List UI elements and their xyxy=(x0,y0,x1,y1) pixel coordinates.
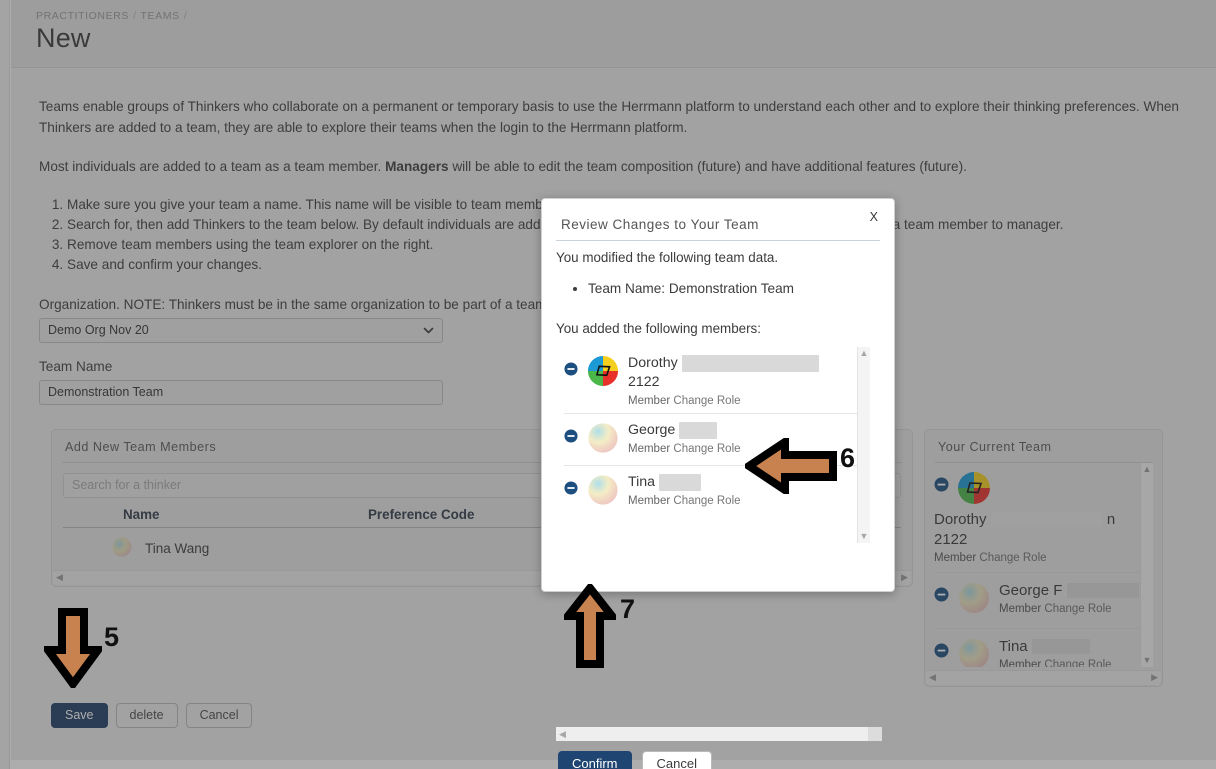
modal-member-first: Dorothy xyxy=(628,355,678,371)
modal-members-heading: You added the following members: xyxy=(556,321,761,336)
close-icon[interactable]: X xyxy=(870,211,878,224)
redacted-name-block xyxy=(679,421,718,439)
list-item[interactable]: Dorothy 2122 Member Change Role xyxy=(564,347,857,413)
review-changes-modal: Review Changes to Your Team X You modifi… xyxy=(541,198,895,769)
redacted-name-block xyxy=(659,473,702,491)
scrollbar-corner xyxy=(868,727,882,741)
annotation-number-5: 5 xyxy=(104,622,120,652)
modal-members-vertical-scrollbar[interactable]: ▲ ▼ xyxy=(857,347,870,543)
scroll-left-arrow-icon[interactable]: ◀ xyxy=(559,729,566,739)
redacted-name-block xyxy=(681,354,819,372)
annotation-arrow-6 xyxy=(741,434,837,499)
scroll-up-arrow-icon[interactable]: ▲ xyxy=(860,349,869,358)
annotation-number-6: 6 xyxy=(840,443,856,473)
modal-members-horizontal-scrollbar[interactable]: ◀ ▶ xyxy=(556,727,882,741)
remove-member-icon[interactable] xyxy=(564,362,578,381)
app-root: PRACTITIONERS / TEAMS / New Teams enable gr… xyxy=(0,0,1216,769)
modal-member-first: George xyxy=(628,422,676,438)
change-role-link[interactable]: Change Role xyxy=(673,395,740,407)
modal-member-role: Member xyxy=(628,495,671,507)
modal-member-first: Tina xyxy=(628,474,656,490)
remove-member-icon[interactable] xyxy=(564,481,578,500)
modal-actions: Confirm Cancel xyxy=(558,751,712,769)
modal-title: Review Changes to Your Team xyxy=(561,217,759,232)
modal-member-role: Member xyxy=(628,395,671,407)
modal-member-role-row: Member Change Role xyxy=(628,395,857,407)
avatar-blurred-icon xyxy=(587,474,619,511)
annotation-arrow-5 xyxy=(40,608,106,693)
remove-member-icon[interactable] xyxy=(564,429,578,448)
modal-member-body: Dorothy 2122 Member Change Role xyxy=(628,354,857,407)
modal-members-scrollarea: Dorothy 2122 Member Change Role George M… xyxy=(556,347,882,543)
modal-member-name: Dorothy xyxy=(628,354,857,373)
annotation-number-7: 7 xyxy=(620,594,636,624)
modal-bullet-list: Team Name: Demonstration Team xyxy=(542,279,894,299)
avatar-quadrant-icon xyxy=(587,355,619,392)
modal-intro-text: You modified the following team data. xyxy=(556,250,779,265)
confirm-button[interactable]: Confirm xyxy=(558,751,632,769)
scroll-down-arrow-icon[interactable]: ▼ xyxy=(860,532,869,541)
annotation-arrow-7 xyxy=(559,581,621,673)
modal-bullet-item: Team Name: Demonstration Team xyxy=(588,279,894,299)
modal-cancel-button[interactable]: Cancel xyxy=(641,751,712,769)
modal-member-line2: 2122 xyxy=(628,374,660,390)
change-role-link[interactable]: Change Role xyxy=(673,443,740,455)
avatar-blurred-icon xyxy=(587,422,619,459)
modal-member-role: Member xyxy=(628,443,671,455)
change-role-link[interactable]: Change Role xyxy=(673,495,740,507)
